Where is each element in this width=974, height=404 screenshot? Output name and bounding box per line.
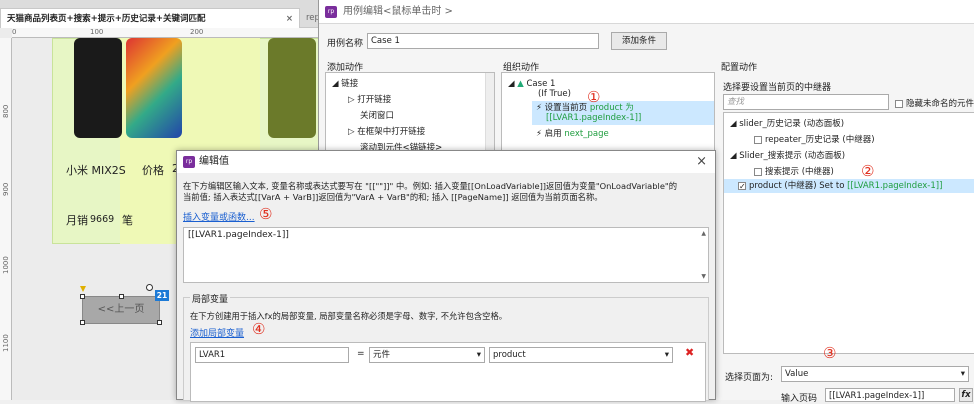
sales-value: 9669 <box>90 214 115 225</box>
config-prompt: 选择要设置当前页的中继器 <box>723 83 832 93</box>
description-line: 在下方编辑区输入文本, 变量名称或表达式要写在 "[[""]]" 中。例如: 插… <box>183 181 678 191</box>
equals-sign: = <box>357 349 365 359</box>
page-number-label: 输入页码 <box>781 394 818 404</box>
expression-text: [[LVAR1.pageIndex-1]] <box>188 230 289 240</box>
usecase-titlebar: rp 用例编辑<鼠标单击时 > <box>319 0 974 24</box>
product-name: 小米 MIX2S <box>66 164 126 177</box>
case-condition: (If True) <box>538 89 571 99</box>
annotation-mark-2: ② <box>861 162 875 180</box>
tree-node-history-repeater[interactable]: repeater_历史记录 (中继器) <box>754 133 875 145</box>
usecase-name-label: 用例名称 <box>327 39 364 49</box>
dialog-description: 在下方编辑区输入文本, 变量名称或表达式要写在 "[[""]]" 中。例如: 插… <box>183 181 713 203</box>
dialog-titlebar: rp 编辑值 × <box>177 151 715 173</box>
price-label: 价格 <box>142 164 164 177</box>
ruler-tick: 200 <box>190 28 204 36</box>
annotation-mark-4: ④ <box>252 320 266 338</box>
phone-image <box>268 38 316 138</box>
sales-label: 月销 <box>66 214 88 227</box>
phone-image <box>126 38 182 138</box>
scrollbar[interactable] <box>485 73 494 151</box>
config-action-header: 配置动作 <box>721 63 758 73</box>
expression-editor[interactable]: [[LVAR1.pageIndex-1]] ▲ ▼ <box>183 227 709 283</box>
resize-handle[interactable] <box>80 320 85 325</box>
ruler-tick: 800 <box>2 104 10 118</box>
action-open-in-frame[interactable]: ▷ 在框架中打开链接 <box>348 125 425 137</box>
rotate-handle-icon[interactable] <box>146 284 153 291</box>
close-icon[interactable]: × <box>696 151 707 173</box>
prev-page-button[interactable]: <<上一页 <box>82 296 160 324</box>
action-enable[interactable]: ⚡ 启用 next_page <box>536 127 609 139</box>
add-condition-button[interactable]: 添加条件 <box>611 32 667 50</box>
resize-handle[interactable] <box>80 294 85 299</box>
annotation-mark-5: ⑤ <box>259 205 273 223</box>
edit-value-dialog: rp 编辑值 × 在下方编辑区输入文本, 变量名称或表达式要写在 "[[""]]… <box>176 150 716 402</box>
tree-node-suggest-panel[interactable]: ◢ Slider_搜索提示 (动态面板) <box>730 149 845 161</box>
ruler-tick: 1000 <box>2 256 10 274</box>
dialog-title: 编辑值 <box>199 156 229 167</box>
tab-active-page[interactable]: 天猫商品列表页+搜索+提示+历史记录+关键词匹配 × <box>0 8 300 28</box>
select-page-label: 选择页面为: <box>725 373 774 383</box>
action-close-window[interactable]: 关闭窗口 <box>360 109 394 121</box>
insert-variable-link[interactable]: 插入变量或函数... <box>183 210 255 223</box>
ruler-tick: 900 <box>2 182 10 196</box>
delete-icon[interactable]: ✖ <box>685 346 694 359</box>
action-open-link[interactable]: ▷ 打开链接 <box>348 93 391 105</box>
component-tree: ◢ slider_历史记录 (动态面板) repeater_历史记录 (中继器)… <box>723 112 974 354</box>
horizontal-ruler: 0 100 200 <box>12 28 330 38</box>
app-icon: rp <box>325 6 337 18</box>
annotation-mark-3: ③ <box>823 344 837 362</box>
resize-handle[interactable] <box>157 320 162 325</box>
sales-unit: 笔 <box>122 214 133 227</box>
local-var-target-select[interactable]: product ▾ <box>489 347 673 363</box>
ruler-tick: 100 <box>90 28 104 36</box>
resize-handle[interactable] <box>119 294 124 299</box>
tree-node-history-panel[interactable]: ◢ slider_历史记录 (动态面板) <box>730 117 844 129</box>
select-page-dropdown[interactable]: Value ▾ <box>781 366 969 382</box>
scroll-down-icon[interactable]: ▼ <box>701 273 706 280</box>
app-icon: rp <box>183 156 195 168</box>
local-variable-list: LVAR1 = 元件 ▾ product ▾ ✖ <box>190 342 706 402</box>
case-node[interactable]: ◢ ▲ Case 1 <box>508 79 555 89</box>
interaction-badge: 21 <box>155 290 169 301</box>
local-variables-desc: 在下方创建用于插入fx的局部变量, 局部变量名称必须是字母、数字, 不允许包含空… <box>190 311 508 321</box>
hide-unnamed-checkbox[interactable]: 隐藏未命名的元件 <box>895 97 974 109</box>
scroll-up-icon[interactable]: ▲ <box>701 230 706 237</box>
ruler-tick: 0 <box>12 28 17 36</box>
organize-action-panel: ◢ ▲ Case 1 (If True) ⚡ 设置当前页 product 为 [… <box>501 72 715 152</box>
vertical-ruler: 800 900 1000 1100 <box>0 38 12 400</box>
tree-node-product-selected[interactable]: ✓ product (中继器) Set to [[LVAR1.pageIndex-… <box>724 179 974 193</box>
component-search-input[interactable]: 查找 <box>723 94 889 110</box>
usecase-name-input[interactable]: Case 1 <box>367 33 599 49</box>
ruler-tick: 1100 <box>2 334 10 352</box>
window-title: 用例编辑<鼠标单击时 > <box>343 6 453 17</box>
add-action-panel: ◢ 链接 ▷ 打开链接 关闭窗口 ▷ 在框架中打开链接 滚动到元件<锚链接> <box>325 72 495 153</box>
add-local-variable-link[interactable]: 添加局部变量 <box>190 326 244 339</box>
document-tabbar: 天猫商品列表页+搜索+提示+历史记录+关键词匹配 × rep <box>0 0 330 28</box>
phone-image <box>74 38 122 138</box>
anchor-marker-icon <box>80 286 86 292</box>
action-set-current-page[interactable]: ⚡ 设置当前页 product 为 [[LVAR1.pageIndex-1]] <box>532 101 714 125</box>
local-variables-group: 局部变量 在下方创建用于插入fx的局部变量, 局部变量名称必须是字母、数字, 不… <box>183 292 709 402</box>
tree-group-link[interactable]: ◢ 链接 <box>332 77 358 89</box>
local-var-type-select[interactable]: 元件 ▾ <box>369 347 485 363</box>
local-var-name-input[interactable]: LVAR1 <box>195 347 349 363</box>
annotation-mark-1: ① <box>587 88 601 106</box>
tree-node-suggest-repeater[interactable]: 搜索提示 (中继器) <box>754 165 834 177</box>
local-variables-title: 局部变量 <box>190 292 231 305</box>
description-line: 当前值; 插入表达式[[VarA + VarB]]返回值为"VarA + Var… <box>183 192 603 202</box>
